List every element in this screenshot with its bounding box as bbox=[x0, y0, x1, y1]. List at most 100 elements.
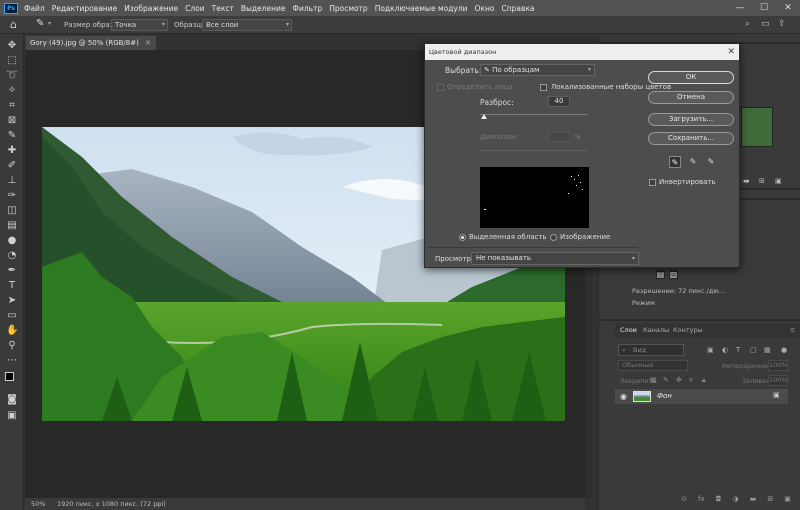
close-window-button[interactable]: ✕ bbox=[776, 0, 800, 16]
more-tools-icon[interactable]: ⋯ bbox=[6, 355, 18, 367]
eyedropper-tool-icon[interactable]: ✎ bbox=[36, 18, 44, 29]
search-icon[interactable]: ⌕ bbox=[745, 19, 750, 29]
home-icon[interactable]: ⌂ bbox=[10, 18, 17, 31]
delete-layer-icon[interactable]: ▣ bbox=[784, 495, 791, 505]
layer-row-background[interactable]: ◉ Фон ▣ bbox=[615, 389, 788, 404]
lock-pixels-icon[interactable]: ▦ bbox=[650, 376, 657, 384]
menu-filter[interactable]: Фильтр bbox=[293, 4, 323, 13]
eyedropper-minus-icon[interactable]: ✎ bbox=[705, 156, 717, 168]
menu-layers[interactable]: Слои bbox=[185, 4, 205, 13]
menu-file[interactable]: Файл bbox=[24, 4, 45, 13]
ok-button[interactable]: ОК bbox=[648, 71, 734, 84]
filter-shape-icon[interactable]: ▢ bbox=[750, 346, 757, 354]
lock-paint-icon[interactable]: ✎ bbox=[663, 376, 669, 384]
lock-artboard-icon[interactable]: ⌗ bbox=[689, 376, 693, 385]
tab-paths[interactable]: Контуры bbox=[673, 323, 703, 337]
hand-tool-icon[interactable]: ✋ bbox=[6, 325, 18, 337]
detect-faces-checkbox[interactable] bbox=[437, 84, 444, 91]
dodge-tool-icon[interactable]: ◔ bbox=[6, 250, 18, 262]
preview-select[interactable]: Не показывать ▾ bbox=[471, 252, 639, 265]
menu-window[interactable]: Окно bbox=[475, 4, 495, 13]
filter-adjust-icon[interactable]: ◐ bbox=[722, 346, 728, 354]
close-tab-icon[interactable]: ✕ bbox=[145, 39, 151, 47]
new-item-icon[interactable]: ⊞ bbox=[759, 177, 765, 185]
zoom-tool-icon[interactable]: ⚲ bbox=[6, 340, 18, 352]
lock-all-icon[interactable]: 🔒︎ bbox=[702, 376, 706, 385]
panel-menu-icon[interactable]: ≡ bbox=[790, 323, 795, 337]
eyedropper-icon[interactable]: ✎ bbox=[6, 130, 18, 142]
fuzziness-slider-thumb[interactable] bbox=[481, 114, 488, 119]
menu-text[interactable]: Текст bbox=[212, 4, 234, 13]
folder-icon[interactable]: ▬ bbox=[743, 177, 750, 185]
healing-brush-icon[interactable]: ✚ bbox=[6, 145, 18, 157]
chevron-right-icon[interactable]: › bbox=[157, 498, 160, 510]
frame-tool-icon[interactable]: ⊠ bbox=[6, 115, 18, 127]
chevron-down-icon[interactable]: ▾ bbox=[48, 20, 51, 27]
filter-type-icon[interactable]: T bbox=[736, 346, 740, 354]
menu-image[interactable]: Изображение bbox=[124, 4, 178, 13]
invert-checkbox[interactable] bbox=[649, 179, 656, 186]
share-icon[interactable]: ⇪ bbox=[778, 19, 786, 29]
fuzziness-input[interactable]: 40 bbox=[548, 96, 570, 107]
zoom-level[interactable]: 50% bbox=[31, 498, 45, 510]
gradient-tool-icon[interactable]: ▤ bbox=[6, 220, 18, 232]
workspace-icon[interactable]: ▭ bbox=[761, 19, 770, 29]
eye-icon[interactable]: ◉ bbox=[620, 392, 627, 401]
sample-size-select[interactable]: Точка ▾ bbox=[111, 19, 168, 31]
eyedropper-icon[interactable]: ✎ bbox=[669, 156, 681, 168]
crop-tool-icon[interactable]: ⌗ bbox=[6, 100, 18, 112]
menu-select[interactable]: Выделение bbox=[241, 4, 286, 13]
filter-smart-icon[interactable]: ▦ bbox=[764, 346, 771, 354]
localized-clusters-checkbox[interactable] bbox=[540, 84, 547, 91]
select-dropdown[interactable]: ✎ По образцам ▾ bbox=[480, 64, 595, 76]
adjustment-icon[interactable]: ◑ bbox=[732, 495, 738, 505]
save-button[interactable]: Сохранить... bbox=[648, 132, 734, 145]
filter-pixel-icon[interactable]: ▣ bbox=[707, 346, 714, 354]
lasso-tool-icon[interactable]: ➰ bbox=[6, 70, 18, 82]
eraser-tool-icon[interactable]: ◫ bbox=[6, 205, 18, 217]
blend-mode-select[interactable]: Обычные bbox=[618, 360, 688, 371]
brush-tool-icon[interactable]: ✐ bbox=[6, 160, 18, 172]
trash-icon[interactable]: ▣ bbox=[775, 177, 782, 185]
marquee-tool-icon[interactable]: ⬚ bbox=[6, 55, 18, 67]
fill-input[interactable]: 100% bbox=[768, 375, 788, 386]
path-select-icon[interactable]: ➤ bbox=[6, 295, 18, 307]
lock-move-icon[interactable]: ✥ bbox=[676, 376, 682, 384]
stamp-tool-icon[interactable]: ⊥ bbox=[6, 175, 18, 187]
pen-tool-icon[interactable]: ✒ bbox=[6, 265, 18, 277]
quick-select-tool-icon[interactable]: ✧ bbox=[6, 85, 18, 97]
minimize-button[interactable]: — bbox=[728, 0, 752, 16]
eyedropper-plus-icon[interactable]: ✎ bbox=[687, 156, 699, 168]
menu-help[interactable]: Справка bbox=[501, 4, 534, 13]
foreground-color-swatch[interactable] bbox=[5, 372, 14, 381]
layer-name[interactable]: Фон bbox=[657, 392, 672, 400]
group-icon[interactable]: ▬ bbox=[750, 495, 757, 505]
menu-view[interactable]: Просмотр bbox=[329, 4, 368, 13]
fuzziness-slider-track[interactable] bbox=[480, 114, 588, 115]
document-tab[interactable]: Gory (49).jpg @ 50% (RGB/8#) ✕ bbox=[26, 36, 156, 50]
screen-mode-icon[interactable]: ▣ bbox=[6, 410, 18, 422]
rectangle-tool-icon[interactable]: ▭ bbox=[6, 310, 18, 322]
filter-toggle-icon[interactable]: ● bbox=[781, 346, 787, 354]
maximize-button[interactable]: ☐ bbox=[752, 0, 776, 16]
cancel-button[interactable]: Отмена bbox=[648, 91, 734, 104]
blur-tool-icon[interactable]: ● bbox=[6, 235, 18, 247]
sample-layers-select[interactable]: Все слои ▾ bbox=[202, 19, 292, 31]
new-layer-icon[interactable]: ⊞ bbox=[767, 495, 773, 505]
type-tool-icon[interactable]: T bbox=[6, 280, 18, 292]
dialog-close-button[interactable]: ✕ bbox=[727, 44, 735, 60]
selection-preview[interactable] bbox=[480, 167, 589, 228]
quick-mask-icon[interactable]: ◙ bbox=[6, 394, 18, 406]
load-button[interactable]: Загрузить... bbox=[648, 113, 734, 126]
menu-edit[interactable]: Редактирование bbox=[52, 4, 117, 13]
dialog-title-bar[interactable]: Цветовой диапазон bbox=[425, 44, 739, 60]
history-brush-icon[interactable]: ✑ bbox=[6, 190, 18, 202]
layer-filter-search[interactable]: ⌕ Вид bbox=[618, 344, 684, 356]
tab-channels[interactable]: Каналы bbox=[643, 323, 669, 337]
menu-plugins[interactable]: Подключаемые модули bbox=[375, 4, 468, 13]
radio-image[interactable] bbox=[550, 234, 557, 241]
tab-layers[interactable]: Слои bbox=[620, 323, 637, 337]
link-layers-icon[interactable]: ⊙ bbox=[681, 495, 687, 505]
move-tool-icon[interactable]: ✥ bbox=[6, 40, 18, 52]
fx-icon[interactable]: fx bbox=[698, 495, 705, 505]
